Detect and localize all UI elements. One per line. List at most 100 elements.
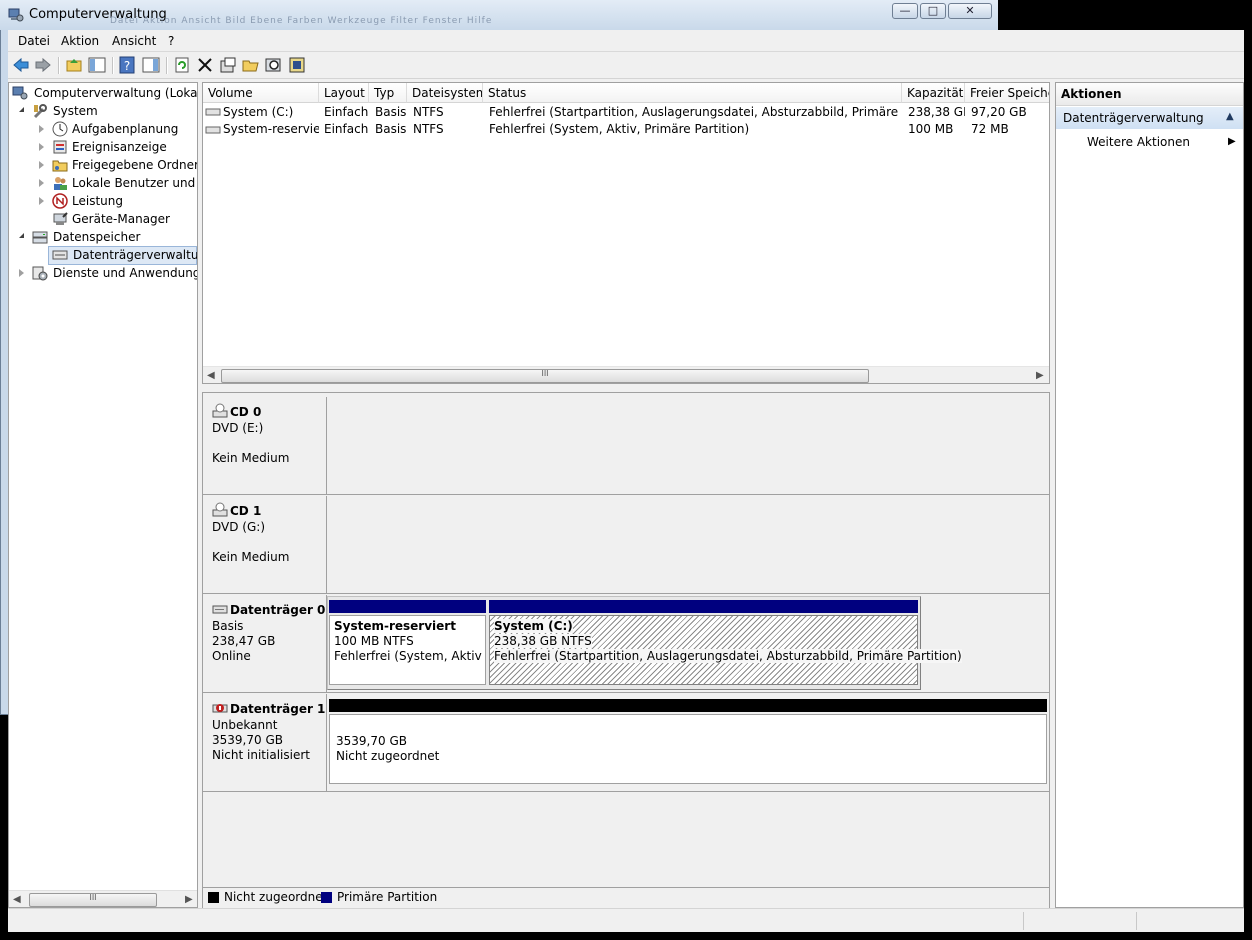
cell-typ: Basis [375,105,407,119]
computer-management-icon [8,8,24,22]
legend-unallocated-swatch [208,892,219,903]
users-icon [54,177,67,190]
expand-arrow-icon[interactable] [39,125,44,133]
help-icon[interactable]: ? [118,56,136,74]
disk-error-icon [212,704,228,713]
expand-arrow-icon[interactable] [39,179,44,187]
disk-info-cd1[interactable]: CD 1 DVD (G:) Kein Medium [203,496,327,594]
unallocated-bar [329,699,1047,712]
disk-info-disk1[interactable]: Datenträger 1 Unbekannt 3539,70 GB Nicht… [203,694,327,792]
expand-arrow-icon[interactable] [39,161,44,169]
tree-node-leistung[interactable]: Leistung [9,192,197,210]
column-header-volume[interactable]: Volume [203,83,319,103]
tree-node-ereignisanzeige[interactable]: Ereignisanzeige [9,138,197,156]
partition-size: 3539,70 GB [336,734,407,748]
properties-icon[interactable] [219,56,237,74]
open-folder-icon[interactable] [242,56,260,74]
refresh-icon[interactable] [173,56,191,74]
primary-partition-bar [489,600,918,613]
performance-icon [52,193,68,209]
disk-settings-icon[interactable] [288,56,306,74]
close-button[interactable]: ✕ [948,3,992,19]
search-disk-icon[interactable] [265,56,283,74]
tree-node-aufgabenplanung[interactable]: Aufgabenplanung [9,120,197,138]
minimize-button[interactable]: — [892,3,918,19]
collapse-arrow-icon[interactable] [19,233,24,238]
disk-state: Online [212,649,251,663]
back-arrow-icon[interactable] [12,56,30,74]
disk-info-cd0[interactable]: CD 0 DVD (E:) Kein Medium [203,397,327,495]
services-icon [32,266,48,281]
disk-name: Datenträger 1 [230,702,326,716]
disk-type: Unbekannt [212,718,278,732]
cell-freier-speicher: 72 MB [971,122,1009,136]
menu-help[interactable]: ? [168,34,174,48]
forward-arrow-icon[interactable] [34,56,52,74]
action-weitere-aktionen[interactable]: Weitere Aktionen ▶ [1056,133,1243,153]
actions-section-datentraegerverwaltung[interactable]: Datenträgerverwaltung ▲ [1056,107,1243,129]
collapse-up-arrow-icon[interactable]: ▲ [1226,111,1234,122]
table-row[interactable]: System (C:) Einfach Basis NTFS Fehlerfre… [203,103,1049,121]
disk-name: CD 1 [230,504,262,518]
cell-dateisystem: NTFS [413,122,444,136]
cell-kapazitaet: 100 MB [908,122,954,136]
up-folder-icon[interactable] [65,56,83,74]
status-bar [8,908,1244,932]
toolbar: ? [8,52,1244,79]
title-bar[interactable]: Computerverwaltung Datei Aktion Ansicht … [0,0,998,30]
cd-drive-icon [212,502,228,517]
show-hide-tree-icon[interactable] [88,56,106,74]
partition-status: Nicht zugeordnet [336,749,440,763]
column-header-dateisystem[interactable]: Dateisystem [407,83,483,103]
scroll-right-arrow-icon[interactable]: ▶ [185,894,193,905]
tree-horizontal-scrollbar[interactable]: ◀ III ▶ [9,890,197,907]
table-row[interactable]: System-reserviert Einfach Basis NTFS Feh… [203,121,1049,139]
expand-arrow-icon[interactable] [19,269,24,277]
tree-node-dienste[interactable]: Dienste und Anwendungen [9,264,197,282]
status-divider [1023,912,1024,930]
show-hide-action-pane-icon[interactable] [142,56,160,74]
cell-freier-speicher: 97,20 GB [971,105,1027,119]
delete-icon[interactable] [196,56,214,74]
column-header-typ[interactable]: Typ [369,83,407,103]
scroll-right-arrow-icon[interactable]: ▶ [1036,370,1044,381]
column-header-status[interactable]: Status [483,83,902,103]
disk-name: CD 0 [230,405,262,419]
tree-node-datentraegerverwaltung[interactable]: Datenträgerverwaltung [48,246,197,265]
cell-layout: Einfach [324,105,369,119]
tree-node-system[interactable]: System [9,102,197,120]
tree-node-datenspeicher[interactable]: Datenspeicher [9,228,197,246]
tree-node-geraete-manager[interactable]: Geräte-Manager [9,210,197,228]
collapse-arrow-icon[interactable] [19,107,24,112]
tree-node-lokale-benutzer[interactable]: Lokale Benutzer und Gruppen [9,174,197,192]
cell-status: Fehlerfrei (Startpartition, Auslagerungs… [489,105,901,119]
disk-graphical-view: CD 0 DVD (E:) Kein Medium CD 1 DVD (G:) … [202,392,1050,908]
scroll-left-arrow-icon[interactable]: ◀ [207,370,215,381]
tree-label: Datenspeicher [53,230,141,244]
tree-node-root[interactable]: Computerverwaltung (Lokal) [9,84,197,102]
legend: Nicht zugeordnet Primäre Partition [203,887,1049,908]
partition-system-c[interactable]: System (C:) 238,38 GB NTFS Fehlerfrei (S… [489,600,962,688]
expand-arrow-icon[interactable] [39,143,44,151]
partition-status: Fehlerfrei (System, Aktiv, Pr [334,649,482,663]
menu-datei[interactable]: Datei [18,34,50,48]
column-header-layout[interactable]: Layout [319,83,369,103]
column-header-freier-speicher[interactable]: Freier Speicher [965,83,1049,103]
disk0-partition-area: System-reserviert 100 MB NTFS Fehlerfrei… [327,595,1049,693]
tree-scroll-thumb[interactable]: III [29,893,157,907]
volume-list-scroll-thumb[interactable]: III [221,369,869,383]
menu-aktion[interactable]: Aktion [61,34,99,48]
menu-ansicht[interactable]: Ansicht [112,34,156,48]
disk-info-disk0[interactable]: Datenträger 0 Basis 238,47 GB Online [203,595,327,693]
expand-arrow-icon[interactable] [39,197,44,205]
partition-unallocated[interactable]: 3539,70 GB Nicht zugeordnet [329,699,1047,787]
volume-list-horizontal-scrollbar[interactable]: ◀ III ▶ [203,366,1049,383]
scroll-left-arrow-icon[interactable]: ◀ [13,894,21,905]
column-header-kapazitaet[interactable]: Kapazität [902,83,965,103]
maximize-button[interactable]: □ [920,3,946,19]
partition-system-reserviert[interactable]: System-reserviert 100 MB NTFS Fehlerfrei… [329,600,486,688]
legend-primary-label: Primäre Partition [337,890,438,904]
tree-node-freigegebene-ordner[interactable]: Freigegebene Ordner [9,156,197,174]
scroll-grip: III [541,369,549,378]
disk-size: 3539,70 GB [212,733,283,747]
